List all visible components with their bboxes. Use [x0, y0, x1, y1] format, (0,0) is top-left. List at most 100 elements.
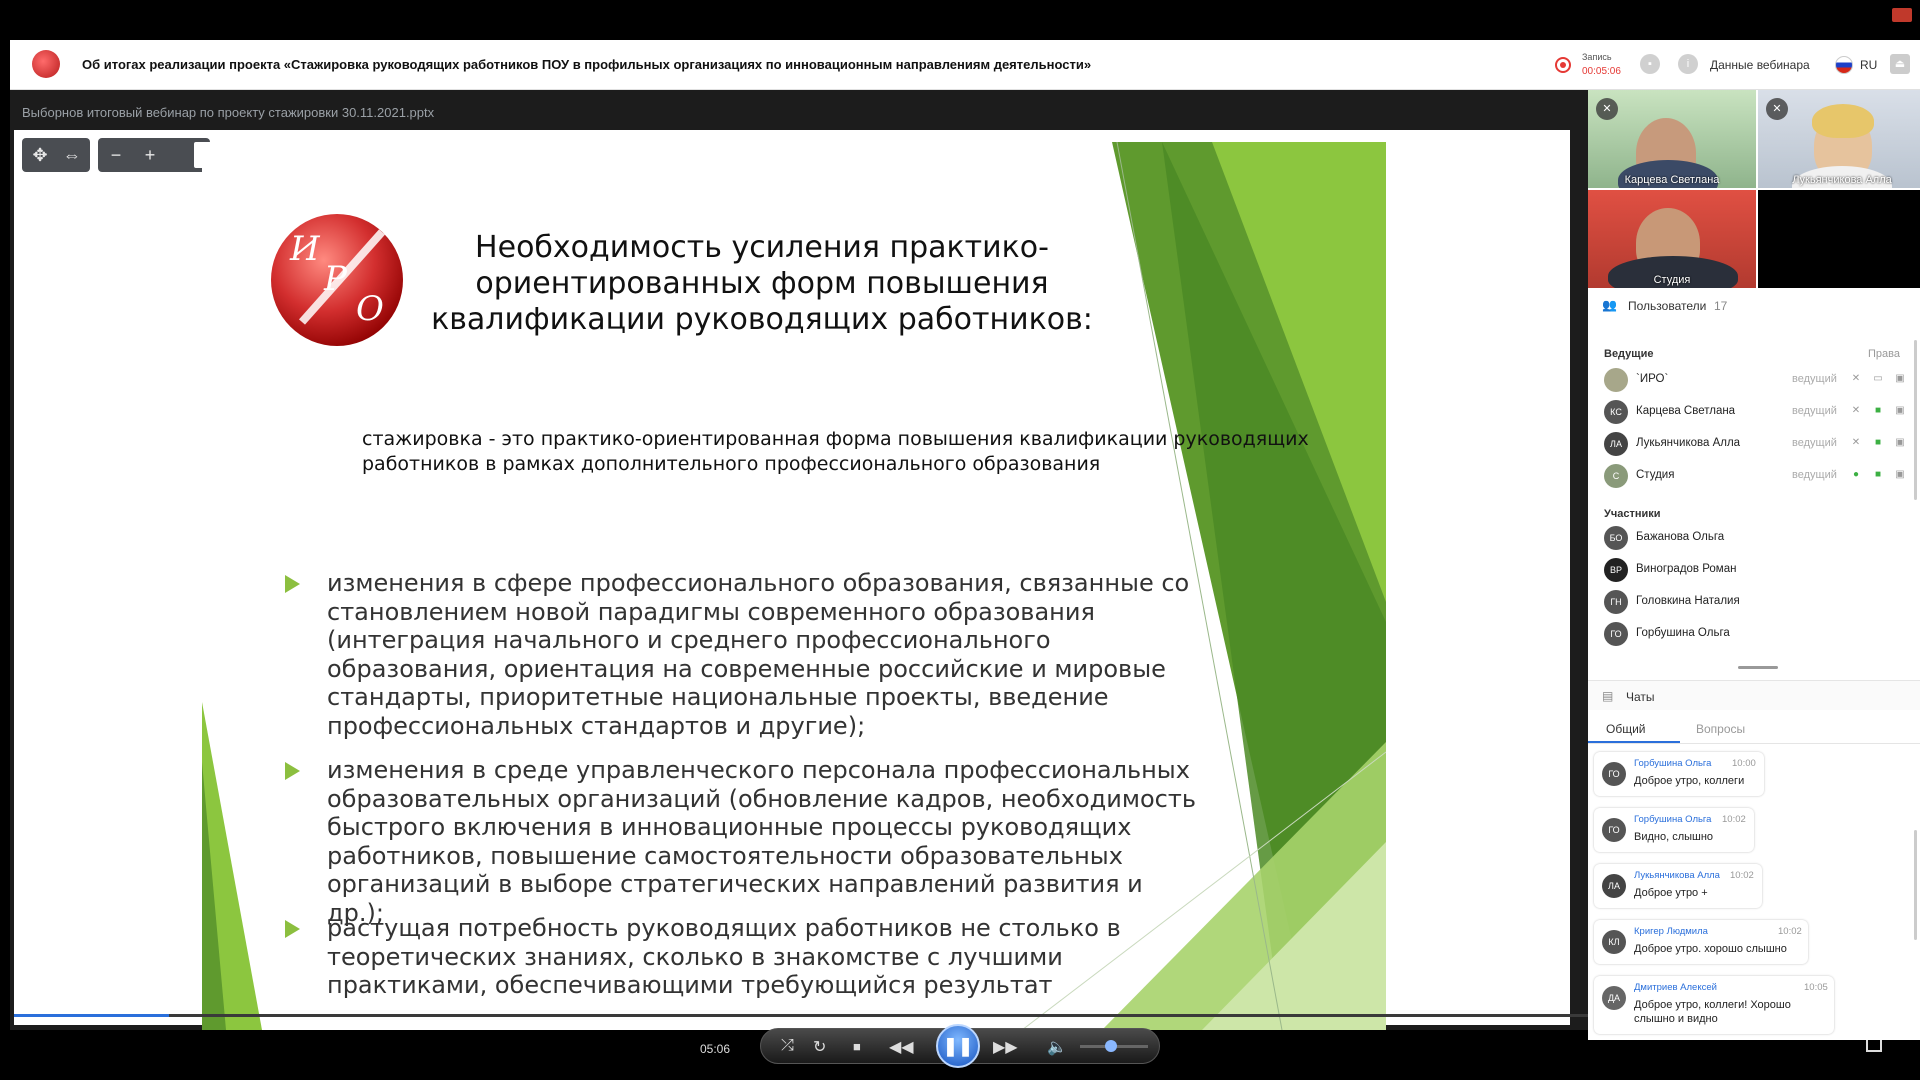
- camera-tile[interactable]: Студия: [1588, 190, 1756, 288]
- bullet-text: изменения в сфере профессионального обра…: [327, 569, 1190, 740]
- camera-tile[interactable]: ✕ Карцева Светлана: [1588, 90, 1756, 188]
- participant-row[interactable]: ГН Головкина Наталия: [1604, 588, 1904, 616]
- user-role: ведущий: [1792, 405, 1837, 417]
- avatar: [1604, 368, 1628, 392]
- chat-scrollbar[interactable]: [1914, 830, 1917, 940]
- camera-on-icon[interactable]: ■: [1872, 469, 1884, 481]
- webinar-header: Об итогах реализации проекта «Стажировка…: [10, 40, 1920, 90]
- participant-row[interactable]: ГО Горбушина Ольга: [1604, 620, 1904, 648]
- rewind-icon[interactable]: ◀◀: [889, 1037, 914, 1057]
- avatar: ЛА: [1604, 432, 1628, 456]
- host-row[interactable]: С Студия ведущий ● ■ ▣: [1604, 462, 1906, 490]
- zoom-out-button[interactable]: −: [100, 138, 132, 172]
- bullet-arrow-icon: [285, 762, 300, 780]
- chat-icon: ▤: [1602, 689, 1614, 703]
- chat-message: ЛА Лукьянчикова Алла 10:02 Доброе утро +: [1594, 864, 1762, 908]
- fast-forward-icon[interactable]: ▶▶: [993, 1037, 1018, 1057]
- avatar: КС: [1604, 400, 1628, 424]
- message-time: 10:02: [1722, 814, 1746, 825]
- participant-row[interactable]: БО Бажанова Ольга: [1604, 524, 1904, 552]
- screen-share-icon[interactable]: ▣: [1894, 373, 1906, 385]
- mic-off-icon[interactable]: ✕: [1766, 98, 1788, 120]
- avatar: ГО: [1604, 622, 1628, 646]
- slide-bullet: изменения в сфере профессионального обра…: [285, 569, 1207, 740]
- volume-knob[interactable]: [1104, 1040, 1117, 1052]
- chat-message: ДА Дмитриев Алексей 10:05 Доброе утро, к…: [1594, 976, 1834, 1034]
- slide-bullet: растущая потребность руководящих работни…: [285, 914, 1207, 1000]
- camera-tile-empty: [1758, 190, 1920, 288]
- svg-text:И: И: [289, 229, 321, 269]
- participant-row[interactable]: ВР Виноградов Роман: [1604, 556, 1904, 584]
- rights-label: Права: [1868, 348, 1900, 360]
- user-name: Горбушина Ольга: [1636, 627, 1730, 639]
- screen-share-icon[interactable]: ▣: [1894, 469, 1906, 481]
- side-panel: ✕ Карцева Светлана ✕ Лукьянчикова Алла С…: [1588, 90, 1920, 1040]
- user-name: Бажанова Ольга: [1636, 531, 1725, 543]
- camera-on-icon[interactable]: ■: [1872, 405, 1884, 417]
- record-indicator-icon: [1555, 57, 1571, 73]
- host-row[interactable]: ЛА Лукьянчикова Алла ведущий ✕ ■ ▣: [1604, 430, 1906, 458]
- camera-tile[interactable]: ✕ Лукьянчикова Алла: [1758, 90, 1920, 188]
- mic-off-icon[interactable]: ✕: [1850, 373, 1862, 385]
- avatar: ГН: [1604, 590, 1628, 614]
- fit-width-icon[interactable]: ⇔: [56, 138, 88, 172]
- shuffle-icon[interactable]: ⤮: [781, 1037, 794, 1055]
- chat-message: КЛ Кригер Людмила 10:02 Доброе утро. хор…: [1594, 920, 1808, 964]
- bullet-text: растущая потребность руководящих работни…: [327, 914, 1121, 999]
- users-header[interactable]: 👥 Пользователи 17: [1588, 290, 1920, 320]
- avatar: ЛА: [1602, 874, 1626, 898]
- user-role: ведущий: [1792, 373, 1837, 385]
- message-time: 10:02: [1730, 870, 1754, 881]
- camera-off-icon[interactable]: ▭: [1872, 373, 1884, 385]
- tab-general[interactable]: Общий: [1606, 722, 1646, 736]
- message-author: Горбушина Ольга: [1634, 814, 1712, 825]
- chat-message: ГО Горбушина Ольга 10:02 Видно, слышно: [1594, 808, 1754, 852]
- tab-questions[interactable]: Вопросы: [1696, 722, 1745, 736]
- volume-icon[interactable]: 🔈: [1047, 1037, 1067, 1057]
- app-logo[interactable]: [32, 50, 60, 78]
- russian-flag-icon[interactable]: [1835, 56, 1853, 74]
- message-text: Доброе утро, коллеги! Хорошо слышно и ви…: [1634, 999, 1791, 1025]
- mic-on-icon[interactable]: ●: [1850, 469, 1862, 481]
- camera-on-icon[interactable]: ■: [1872, 437, 1884, 449]
- users-count: 17: [1714, 299, 1728, 313]
- panel-splitter[interactable]: [1578, 90, 1588, 1040]
- slide-title: Необходимость усиления практико-ориентир…: [431, 230, 1093, 337]
- message-author: Лукьянчикова Алла: [1634, 870, 1720, 881]
- message-time: 10:00: [1732, 758, 1756, 769]
- presentation-file-title: Выборнов итоговый вебинар по проекту ста…: [22, 105, 435, 120]
- folder-icon[interactable]: ▪: [1640, 54, 1660, 74]
- message-text: Доброе утро, коллеги: [1634, 775, 1745, 787]
- host-row[interactable]: `ИРО` ведущий ✕ ▭ ▣: [1604, 366, 1906, 394]
- zoom-in-button[interactable]: +: [134, 138, 166, 172]
- message-author: Горбушина Ольга: [1634, 758, 1712, 769]
- info-icon[interactable]: i: [1678, 54, 1698, 74]
- hosts-label: Ведущие: [1604, 348, 1654, 360]
- message-text: Доброе утро. хорошо слышно: [1634, 943, 1787, 955]
- message-text: Доброе утро +: [1634, 887, 1708, 899]
- bullet-arrow-icon: [285, 920, 300, 938]
- avatar: ВР: [1604, 558, 1628, 582]
- message-time: 10:05: [1804, 982, 1828, 993]
- screen-share-icon[interactable]: ▣: [1894, 405, 1906, 417]
- tabs-divider: [1588, 743, 1920, 744]
- language-selector[interactable]: RU: [1860, 58, 1877, 72]
- close-window-icon[interactable]: [1892, 8, 1912, 22]
- resize-handle[interactable]: [1738, 666, 1778, 669]
- exit-icon[interactable]: ⏏: [1890, 54, 1910, 74]
- mic-off-icon[interactable]: ✕: [1850, 405, 1862, 417]
- bullet-arrow-icon: [285, 575, 300, 593]
- repeat-icon[interactable]: ↻: [813, 1037, 826, 1057]
- users-scrollbar[interactable]: [1914, 340, 1917, 500]
- move-icon[interactable]: ✥: [24, 138, 56, 172]
- screen-share-icon[interactable]: ▣: [1894, 437, 1906, 449]
- fullscreen-icon[interactable]: [1866, 1038, 1882, 1052]
- mic-off-icon[interactable]: ✕: [1596, 98, 1618, 120]
- pause-button[interactable]: ❚❚: [936, 1024, 980, 1068]
- webinar-data-link[interactable]: Данные вебинара: [1710, 58, 1810, 72]
- camera-name: Лукьянчикова Алла: [1792, 174, 1892, 186]
- stop-icon[interactable]: ■: [853, 1039, 861, 1054]
- host-row[interactable]: КС Карцева Светлана ведущий ✕ ■ ▣: [1604, 398, 1906, 426]
- mic-off-icon[interactable]: ✕: [1850, 437, 1862, 449]
- chats-header[interactable]: ▤ Чаты: [1588, 680, 1920, 710]
